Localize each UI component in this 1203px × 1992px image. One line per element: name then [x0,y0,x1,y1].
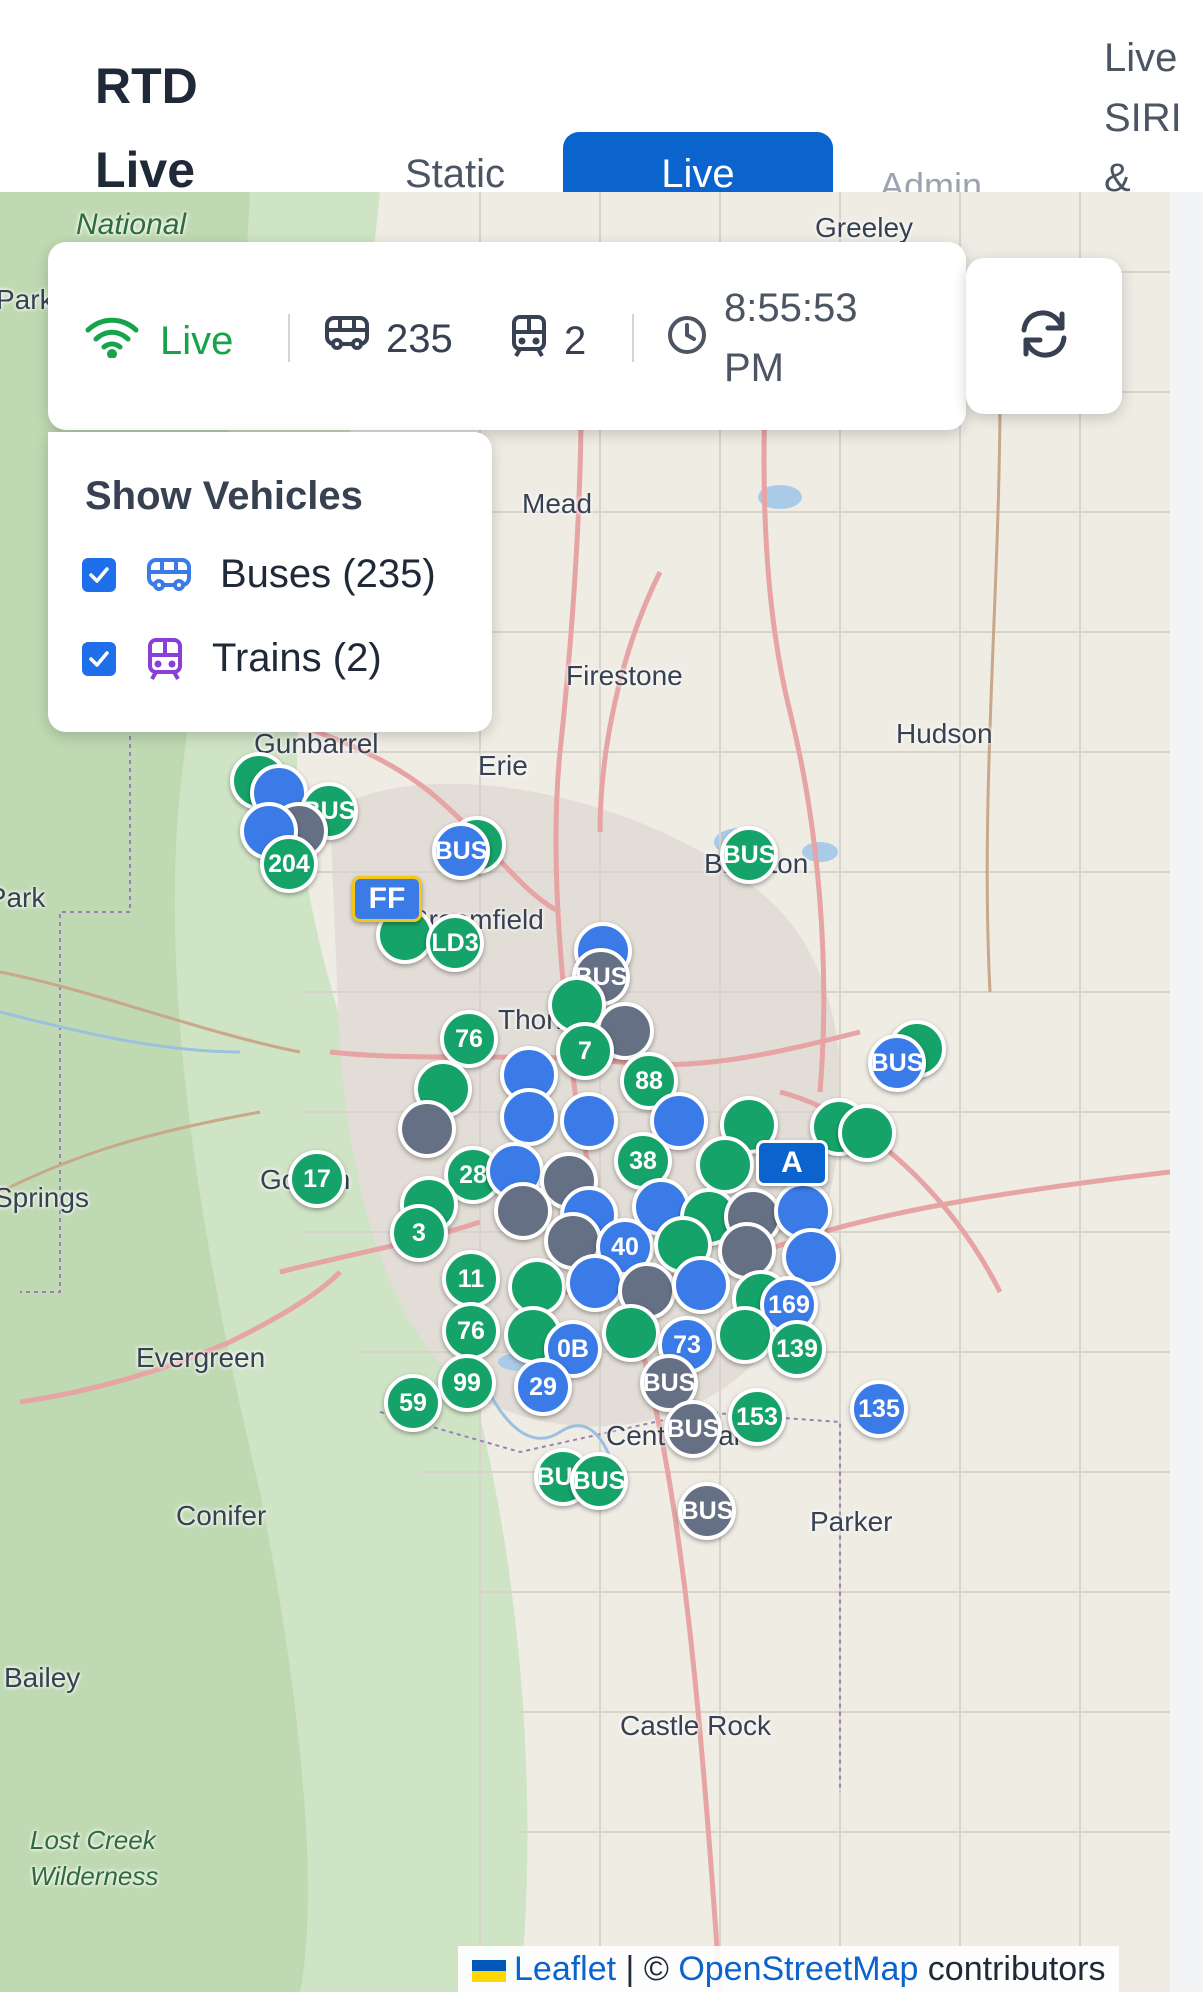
right-link-line-1: Live [1104,36,1178,80]
clock-icon [666,314,708,366]
leaflet-link[interactable]: Leaflet [514,1950,616,1988]
bus-count-stat: 235 [324,314,453,364]
vehicle-marker[interactable]: 139 [768,1320,826,1378]
vehicle-marker[interactable]: 3 [390,1204,448,1262]
tab-static[interactable]: Static [380,132,530,192]
town-label: Lost Creek Wilderness [30,1825,159,1891]
town-label: Estes Park [0,882,46,913]
attribution-suffix: contributors [918,1950,1106,1988]
ukraine-flag-icon [472,1960,506,1983]
clock-stat [666,314,708,366]
vehicle-marker[interactable]: BUS [868,1034,926,1092]
vehicle-marker[interactable]: 11 [442,1250,500,1308]
vehicle-marker[interactable]: 204 [260,835,318,893]
vehicle-marker[interactable]: 17 [288,1150,346,1208]
train-count: 2 [564,318,587,363]
vehicle-marker[interactable]: 153 [728,1388,786,1446]
town-label: Evergreen [136,1342,266,1373]
vehicle-marker[interactable] [716,1306,774,1364]
right-link-line-2: SIRI [1104,96,1182,140]
vehicle-marker[interactable]: 135 [850,1380,908,1438]
vehicle-marker[interactable]: BUS [678,1482,736,1540]
vehicle-marker[interactable] [494,1182,552,1240]
trains-checkbox[interactable] [82,641,116,676]
vehicle-marker[interactable]: LD3 [426,914,484,972]
wifi-icon [84,314,140,368]
town-label: Hudson [896,718,993,749]
vehicle-filter-panel: Show Vehicles Buses (235) Trains (2) [48,432,492,732]
bus-count: 235 [386,316,453,361]
town-label: Park [0,284,54,315]
buses-checkbox[interactable] [82,557,116,592]
tab-admin-label: Admin [880,166,983,192]
vehicle-marker[interactable] [560,1092,618,1150]
vehicle-marker[interactable]: BUS [432,822,490,880]
vehicle-marker[interactable]: 76 [442,1302,500,1360]
refresh-icon [1016,306,1072,367]
vehicle-marker[interactable]: 99 [438,1354,496,1412]
attribution-separator: | © [616,1950,679,1988]
vehicle-marker[interactable] [500,1088,558,1146]
town-label: Greeley [815,212,914,243]
train-icon [146,637,184,681]
train-count-stat: 2 [510,314,586,368]
vehicle-marker[interactable]: BUS [720,826,778,884]
osm-link[interactable]: OpenStreetMap [678,1950,918,1988]
divider [288,314,290,362]
last-updated-time: 8:55:53 PM [724,286,858,390]
filter-title: Show Vehicles [85,474,363,518]
app-brand: RTD Live [95,58,198,198]
trains-filter-row[interactable]: Trains (2) [82,636,382,681]
town-label: Castle Rock [620,1710,771,1741]
live-indicator: Live [84,314,233,368]
train-marker[interactable]: FF [352,876,422,922]
vehicle-marker[interactable]: 76 [440,1010,498,1068]
buses-filter-row[interactable]: Buses (235) [82,552,436,597]
train-icon [510,314,548,368]
vehicle-marker[interactable]: 7 [556,1022,614,1080]
vehicle-marker[interactable] [602,1304,660,1362]
tab-live[interactable]: Live [563,132,833,192]
bus-icon [324,314,370,364]
vehicle-marker[interactable] [838,1104,896,1162]
vehicle-marker[interactable] [566,1254,624,1312]
live-label: Live [160,318,234,363]
bus-icon [146,556,192,594]
vehicle-marker[interactable]: 29 [514,1358,572,1416]
live-status-bar: Live 235 2 8:55:53 PM [48,242,966,430]
map-attribution: Leaflet | © OpenStreetMap contributors [458,1946,1120,1992]
app-header: RTD Live Static Live Admin Live SIRI & e… [0,0,1203,380]
town-label: Parker [810,1506,893,1537]
tab-admin[interactable]: Admin [880,166,1040,192]
town-label: Conifer [176,1500,267,1531]
divider [632,314,634,362]
town-label: Firestone [566,660,683,691]
town-label: Bailey [4,1662,81,1693]
town-label: National [76,208,187,241]
trains-label: Trains (2) [212,636,382,680]
town-label: Springs [0,1182,89,1213]
town-label: Mead [522,488,593,519]
town-label: Erie [478,750,528,781]
vehicle-marker[interactable]: BUS [664,1400,722,1458]
train-marker[interactable]: A [756,1140,828,1186]
refresh-button[interactable] [966,258,1122,414]
vehicle-marker[interactable]: BUS [570,1452,628,1510]
buses-label: Buses (235) [220,552,436,596]
vehicle-marker[interactable] [398,1100,456,1158]
vehicle-marker[interactable]: 59 [384,1374,442,1432]
vehicle-marker[interactable] [672,1256,730,1314]
scrollbar-track[interactable] [1170,192,1203,1992]
vehicle-marker[interactable] [696,1136,754,1194]
